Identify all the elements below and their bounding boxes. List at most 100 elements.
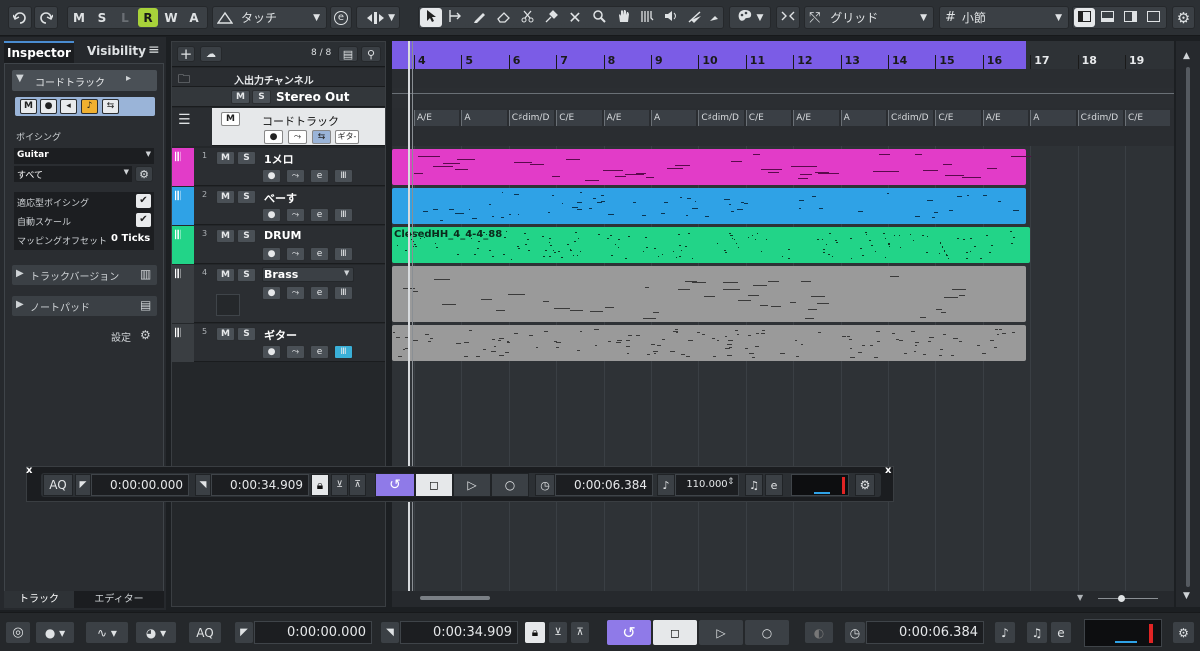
record-enable-button[interactable]: ● (262, 208, 281, 222)
floating-transport-panel[interactable]: x x AQ ◤ 0:00:00.000 ◥ 0:00:34.909 🔒︎ ⊻ … (26, 465, 894, 502)
close-icon[interactable]: x (885, 465, 891, 476)
time-display[interactable]: 0:00:06.384 (555, 474, 653, 496)
chord-event[interactable]: C/E (1125, 110, 1171, 126)
chord-event[interactable]: A/E (414, 110, 460, 126)
marker-button[interactable]: ◐ (804, 621, 834, 644)
drum-midi-part[interactable]: ClosedHH_4_4-4_88 (392, 227, 1030, 263)
redo-button[interactable] (34, 6, 58, 29)
chord-track-section-header[interactable]: ▼ コードトラック ▸ (12, 70, 157, 91)
chevron-down-icon[interactable]: ▼ (1077, 593, 1083, 602)
metronome-button[interactable]: ♫ (745, 474, 763, 496)
chord-event[interactable]: A (651, 110, 697, 126)
mute-tool[interactable]: ✕ (564, 8, 586, 27)
track-name[interactable]: DRUM (264, 229, 301, 242)
punch-in-button[interactable]: ⊻ (548, 621, 568, 644)
instrument-button[interactable]: Ⅲ (334, 247, 353, 261)
track-row[interactable]: 𝄃𝄃 4 M S Brass ● ⤳ e Ⅲ ▼ (172, 265, 385, 323)
instrument-button[interactable]: Ⅲ (334, 169, 353, 183)
edit-instrument-button[interactable]: e (310, 345, 329, 359)
glue-tool[interactable] (540, 8, 562, 27)
voicing-select[interactable]: Guitar ▼ (14, 148, 154, 164)
close-icon[interactable]: x (26, 465, 32, 476)
tempo-icon[interactable]: ♪ (994, 621, 1016, 644)
chord-event[interactable]: A (461, 110, 507, 126)
stop-button[interactable]: ◻ (415, 473, 453, 497)
erase-tool[interactable] (492, 8, 514, 27)
track-name[interactable]: 1メロ (264, 151, 294, 167)
gear-icon[interactable]: ⚙ (140, 328, 151, 342)
track-row[interactable]: 𝄃𝄃 3 M S DRUM ● ⤳ e Ⅲ (172, 226, 385, 264)
tempo-icon[interactable]: ♪ (657, 474, 675, 496)
mute-button[interactable]: M (216, 190, 235, 204)
time-display-clock[interactable]: ◷ (535, 474, 555, 496)
notepad-section[interactable]: ▶ ノートパッド ▤ (12, 296, 157, 316)
record-enable-button[interactable]: ● (262, 286, 281, 300)
tab-inspector[interactable]: Inspector (4, 41, 74, 63)
track-list-menu-button[interactable]: ▤ (338, 46, 358, 62)
play-button[interactable]: ▷ (453, 473, 491, 497)
grid-type-select[interactable]: # 小節 ▼ (939, 6, 1069, 29)
add-track-button[interactable]: + (177, 45, 195, 63)
tool-extra[interactable] (708, 8, 722, 27)
left-locator-field[interactable]: 0:00:00.000 (254, 621, 372, 644)
click-settings-button[interactable]: e (765, 474, 783, 496)
chord-event[interactable]: C♯dim/D (1077, 110, 1123, 126)
auto-quantize-button[interactable]: AQ (188, 621, 222, 644)
mute-button[interactable]: M (216, 151, 235, 165)
mute-button[interactable]: M (221, 112, 240, 126)
play-tool[interactable] (660, 8, 682, 27)
listen-mode-button[interactable]: L (115, 8, 135, 27)
edit-instrument-button[interactable]: e (310, 208, 329, 222)
guitar-midi-part[interactable] (392, 325, 1026, 361)
inspector-listen-button[interactable]: ◂ (60, 99, 77, 114)
solo-button[interactable]: S (237, 268, 256, 282)
bass-midi-part[interactable] (392, 188, 1026, 224)
chord-event[interactable]: C♯dim/D (698, 110, 744, 126)
instrument-button[interactable]: Ⅲ (334, 208, 353, 222)
track-versions-section[interactable]: ▶ トラックバージョン ▥ (12, 265, 157, 285)
track-row[interactable]: 𝄃𝄃 5 M S ギター ● ⤳ e Ⅲ (172, 324, 385, 362)
zoom-tool[interactable] (588, 8, 610, 27)
right-locator-icon[interactable]: ◥ (380, 621, 400, 644)
transport-settings-button[interactable]: ⚙ (1172, 621, 1195, 644)
read-automation-button[interactable]: R (138, 8, 158, 27)
project-window[interactable]: 4 5 6 7 8 9 10 11 12 13 14 15 16 17 18 19 A/E A C♯dim/D C/… (392, 41, 1174, 607)
cycle-button[interactable]: ↺ (375, 473, 415, 497)
horizontal-scrollbar[interactable] (420, 596, 490, 600)
mute-mode-button[interactable]: M (69, 8, 89, 27)
solo-button[interactable]: S (237, 229, 256, 243)
chord-event[interactable]: C/E (935, 110, 981, 126)
monitor-button[interactable]: ⤳ (286, 286, 305, 300)
performance-button[interactable]: ◕ ▾ (135, 621, 177, 644)
comp-tool[interactable] (636, 8, 658, 27)
project-cursor[interactable] (408, 41, 410, 607)
tab-track[interactable]: トラック (4, 591, 74, 608)
stop-button[interactable]: ◻ (652, 619, 698, 646)
inspector-mute-button[interactable]: M (20, 99, 37, 114)
chord-event[interactable]: A (1030, 110, 1076, 126)
tab-editor[interactable]: エディター (74, 591, 164, 608)
track-name[interactable]: べーす (264, 190, 297, 206)
brass-midi-part[interactable] (392, 266, 1026, 322)
inspector-settings-label[interactable]: 設定 (111, 329, 131, 344)
track-folder-button[interactable]: ☁ (200, 46, 222, 62)
monitor-button[interactable]: ⤳ (286, 208, 305, 222)
chord-event[interactable]: A/E (793, 110, 839, 126)
melody-midi-part[interactable] (392, 149, 1031, 185)
right-locator-icon[interactable]: ◥ (195, 474, 211, 496)
write-automation-button[interactable]: W (161, 8, 181, 27)
left-locator-icon[interactable]: ◤ (234, 621, 254, 644)
record-button[interactable]: ○ (744, 619, 790, 646)
auto-scroll-button[interactable]: ▼ (356, 6, 400, 29)
mute-button[interactable]: M (216, 229, 235, 243)
track-row-stereo-out[interactable]: M S Stereo Out (172, 87, 385, 107)
left-locator-icon[interactable]: ◤ (75, 474, 91, 496)
left-zone-button[interactable] (1074, 8, 1095, 27)
right-locator-field[interactable]: 0:00:34.909 (400, 621, 518, 644)
auto-scale-checkbox[interactable]: ✔ (136, 213, 151, 227)
cycle-button[interactable]: ↺ (606, 619, 652, 646)
inspector-menu-icon[interactable]: ≡ (148, 42, 160, 58)
inspector-follow-button[interactable]: ⇆ (102, 99, 119, 114)
guitar-voicing-button[interactable]: ギタ- (335, 130, 359, 144)
line-tool[interactable] (684, 8, 706, 27)
